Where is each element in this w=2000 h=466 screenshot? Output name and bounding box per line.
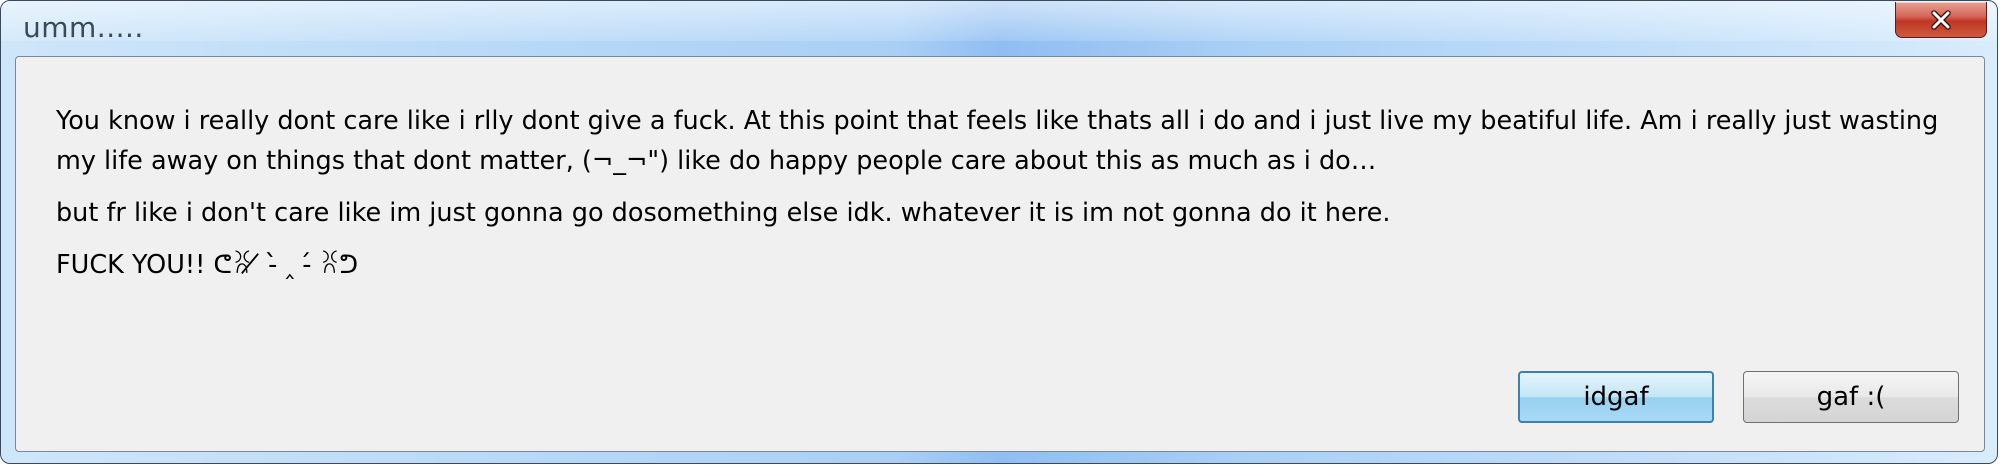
message-paragraph-2: but fr like i don't care like im just go… <box>56 198 1391 228</box>
message-text: You know i really dont care like i rlly … <box>56 101 1956 297</box>
message-paragraph-3: FUCK YOU!! ᕦꐦ ̸̸ -̀̀ ‸ -́ ꐦᕤ <box>56 250 359 280</box>
close-button[interactable] <box>1895 2 1987 38</box>
dialog-window: umm..... You know i really dont care lik… <box>0 0 1998 464</box>
gaf-button[interactable]: gaf :( <box>1743 371 1959 423</box>
dialog-body: You know i really dont care like i rlly … <box>15 56 1985 452</box>
close-icon <box>1931 9 1951 30</box>
window-title: umm..... <box>23 11 144 44</box>
idgaf-button[interactable]: idgaf <box>1518 371 1714 423</box>
message-paragraph-1: You know i really dont care like i rlly … <box>56 106 1939 176</box>
